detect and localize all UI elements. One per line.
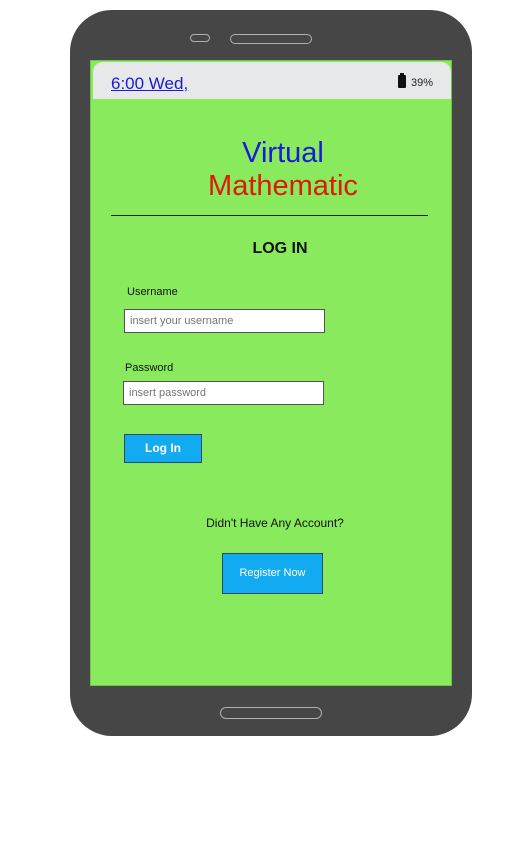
app-title-line2: Mathematic (208, 170, 358, 202)
earpiece-speaker (230, 34, 312, 44)
title-divider (111, 215, 428, 216)
app-title-line1: Virtual (242, 137, 324, 169)
password-label: Password (125, 362, 174, 374)
battery-percent: 39% (411, 77, 434, 89)
phone-frame: 6:00 Wed, 39% Virtual Mathematic LOG IN … (70, 10, 472, 736)
password-input[interactable] (123, 381, 324, 405)
home-button[interactable] (220, 707, 322, 719)
status-time-date[interactable]: 6:00 Wed, (111, 74, 188, 94)
front-camera (190, 34, 210, 42)
username-label: Username (127, 286, 178, 298)
no-account-prompt: Didn't Have Any Account? (206, 516, 344, 530)
username-input[interactable] (124, 309, 325, 333)
login-heading: LOG IN (252, 240, 308, 257)
register-button[interactable]: Register Now (222, 553, 323, 594)
phone-screen: 6:00 Wed, 39% Virtual Mathematic LOG IN … (90, 60, 452, 686)
login-button[interactable]: Log In (124, 434, 202, 463)
status-bar: 6:00 Wed, 39% (93, 62, 451, 99)
battery-icon (398, 73, 406, 88)
